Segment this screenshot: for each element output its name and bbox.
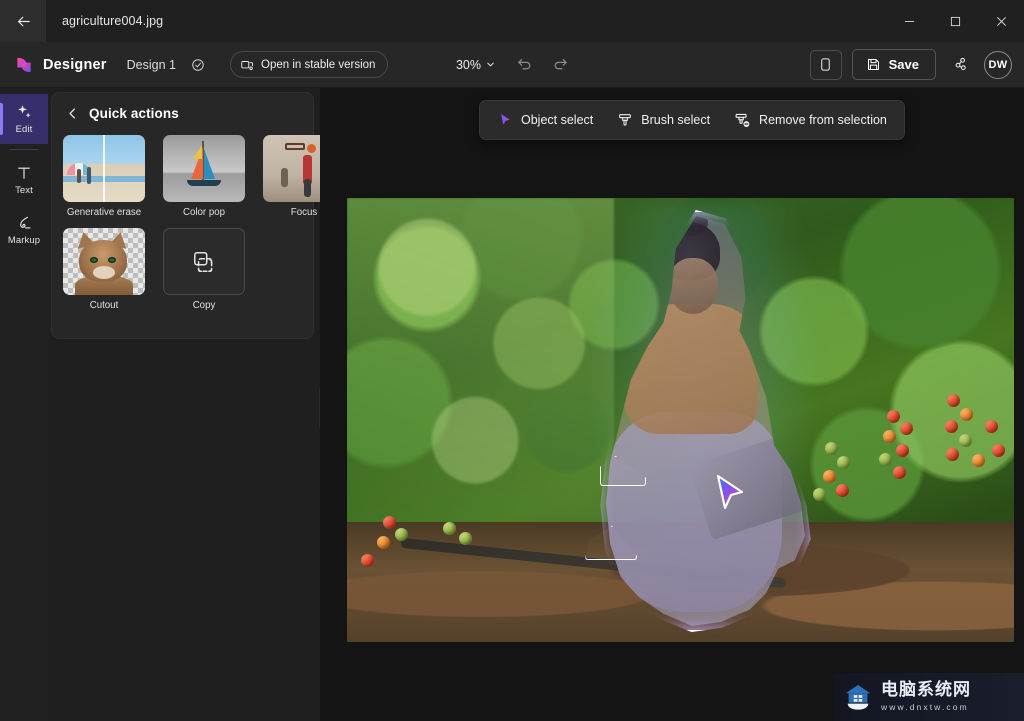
header-actions: Save DW — [809, 49, 1012, 80]
sidebar-item-text[interactable]: Text — [0, 155, 48, 205]
site-watermark: 电脑系统网 www.dnxtw.com — [834, 673, 1024, 721]
person-silhouette — [606, 216, 805, 626]
quick-action-copy[interactable]: Copy — [163, 228, 245, 311]
maximize-button[interactable] — [932, 0, 978, 42]
window-controls — [886, 0, 1024, 42]
minimize-button[interactable] — [886, 0, 932, 42]
save-label: Save — [888, 57, 919, 72]
sparkles-icon — [18, 105, 31, 118]
designer-logo-icon — [17, 57, 31, 72]
open-external-icon — [241, 60, 254, 70]
zoom-level-control[interactable]: 30% — [449, 54, 503, 76]
chevron-left-icon — [69, 108, 75, 119]
share-people-icon — [955, 57, 966, 71]
sidebar-item-edit[interactable]: Edit — [0, 94, 48, 144]
save-button[interactable]: Save — [851, 49, 936, 80]
sailboat-thumb — [163, 135, 245, 202]
sidebar-item-edit-label: Edit — [15, 124, 33, 135]
sidebar-item-markup[interactable]: Markup — [0, 205, 48, 255]
watermark-site-name: 电脑系统网 — [881, 680, 971, 701]
device-preview-button[interactable] — [809, 49, 842, 80]
quick-action-label: Color pop — [182, 207, 225, 218]
rail-divider — [9, 149, 39, 150]
cloud-saved-icon — [191, 58, 205, 72]
minimize-icon — [904, 20, 914, 22]
brand-name: Designer — [43, 56, 107, 73]
device-preview-icon — [821, 58, 830, 71]
sidebar-item-text-label: Text — [15, 185, 33, 196]
quick-action-label: Copy — [192, 300, 216, 311]
remove-selection-icon — [735, 113, 750, 127]
text-t-icon — [18, 167, 30, 179]
quick-action-generative-erase[interactable]: Generative erase — [63, 135, 145, 218]
arrow-left-icon — [17, 16, 30, 26]
quick-action-cutout[interactable]: Cutout — [63, 228, 145, 311]
redo-button[interactable] — [545, 51, 575, 79]
document-title: agriculture004.jpg — [62, 14, 164, 28]
user-avatar[interactable]: DW — [984, 50, 1012, 79]
designer-window: agriculture004.jpg Designer Design 1 Ope… — [0, 0, 1024, 721]
beach-split-thumb — [63, 135, 145, 202]
canvas-view-controls: 30% — [407, 51, 617, 79]
undo-icon — [517, 58, 530, 70]
house-badge-icon — [842, 681, 874, 713]
cat-transparent-thumb — [63, 228, 145, 295]
share-button[interactable] — [946, 51, 974, 79]
sidebar-item-markup-label: Markup — [7, 235, 41, 246]
greenhouse-foliage-right — [347, 198, 614, 545]
chevron-down-icon — [487, 62, 494, 67]
object-select-cursor-icon — [501, 114, 510, 125]
tool-remove-from-selection-label: Remove from selection — [759, 113, 887, 127]
tool-brush-select[interactable]: Brush select — [606, 105, 721, 135]
panel-header: Quick actions — [52, 93, 313, 121]
app-header: Designer Design 1 Open in stable version… — [0, 42, 1024, 88]
redo-icon — [554, 58, 567, 70]
close-icon — [996, 16, 1006, 26]
tool-remove-from-selection[interactable]: Remove from selection — [723, 105, 898, 135]
brush-icon — [619, 114, 632, 126]
title-bar: agriculture004.jpg — [0, 0, 1024, 42]
quick-action-label: Cutout — [89, 300, 119, 311]
selected-object-person[interactable] — [588, 202, 821, 640]
close-button[interactable] — [978, 0, 1024, 42]
watermark-texts: 电脑系统网 www.dnxtw.com — [881, 680, 971, 712]
open-in-stable-version-button[interactable]: Open in stable version — [230, 51, 389, 78]
tool-object-select-label: Object select — [521, 113, 594, 127]
panel-title: Quick actions — [89, 106, 179, 121]
back-button[interactable] — [0, 0, 46, 42]
tool-object-select[interactable]: Object select — [486, 105, 604, 135]
zoom-level-label: 30% — [455, 57, 482, 72]
quick-actions-panel: Quick actions Generative erase Color pop… — [51, 92, 345, 339]
selection-toolbar: Object select Brush select Remove from s… — [479, 100, 905, 140]
watermark-url: www.dnxtw.com — [881, 701, 969, 712]
undo-button[interactable] — [509, 51, 539, 79]
quick-actions-grid: Generative erase Color pop Focus Cutout … — [52, 121, 345, 311]
editor-canvas[interactable]: Object select Brush select Remove from s… — [320, 88, 1024, 721]
copy-outline-icon — [163, 228, 245, 295]
open-in-stable-version-label: Open in stable version — [261, 58, 376, 71]
canvas-image[interactable] — [347, 198, 1014, 642]
panel-back-button[interactable] — [65, 106, 80, 121]
design-name[interactable]: Design 1 — [127, 58, 176, 72]
quick-action-color-pop[interactable]: Color pop — [163, 135, 245, 218]
floppy-disk-icon — [867, 59, 879, 70]
left-tool-rail: Edit Text Markup — [0, 88, 48, 721]
maximize-icon — [950, 16, 960, 26]
brand-area: Designer Design 1 Open in stable version — [0, 51, 389, 78]
markup-pen-icon — [20, 216, 31, 229]
tool-brush-select-label: Brush select — [641, 113, 711, 127]
quick-action-label: Generative erase — [66, 207, 142, 218]
